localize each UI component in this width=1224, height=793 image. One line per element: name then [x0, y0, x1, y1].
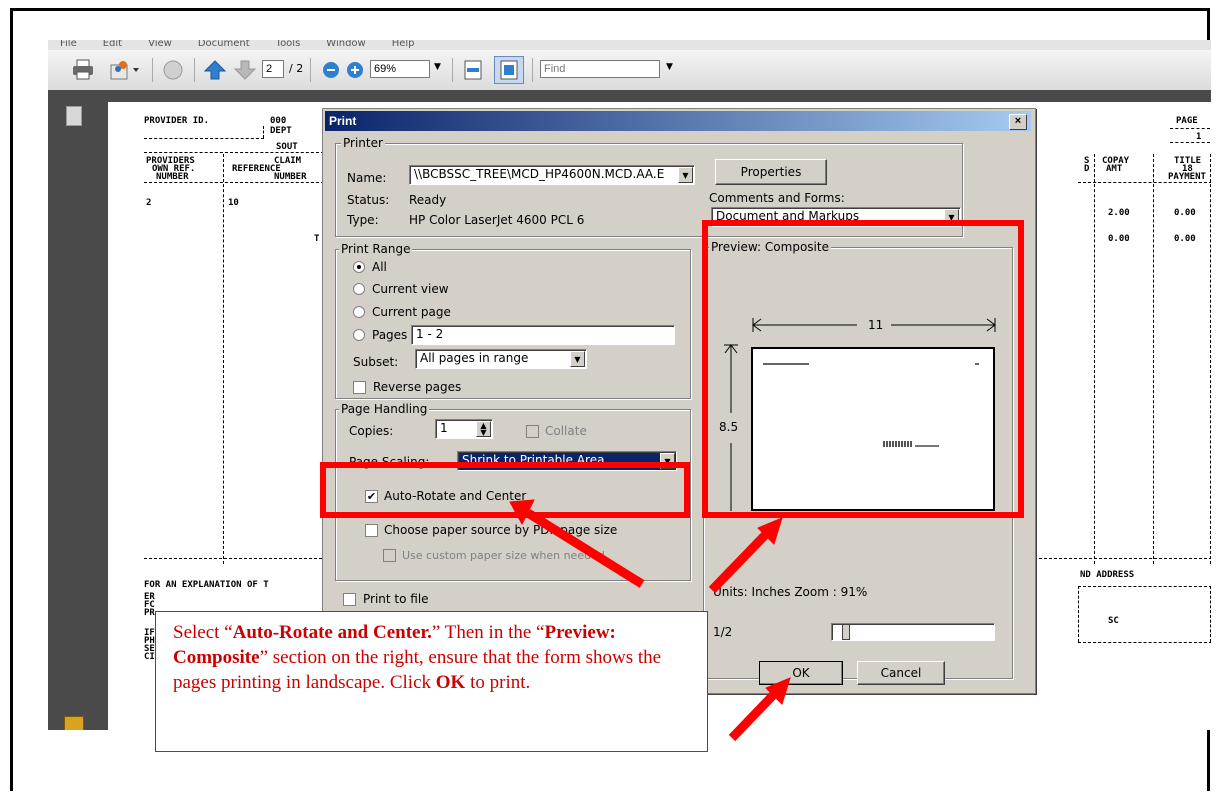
callout-bold-auto-rotate: Auto-Rotate and Center.: [232, 622, 432, 643]
instruction-callout: Select “Auto-Rotate and Center.” Then in…: [155, 611, 708, 752]
arrow-ok: [728, 686, 782, 742]
arrow-preview: [708, 526, 774, 594]
arrow-auto-rotate: [525, 509, 645, 588]
callout-bold-ok: OK: [435, 672, 466, 693]
callout-text-2: ” Then in the “: [431, 622, 545, 643]
callout-text-1: Select “: [173, 622, 233, 643]
callout-text-4: to print.: [465, 672, 531, 693]
